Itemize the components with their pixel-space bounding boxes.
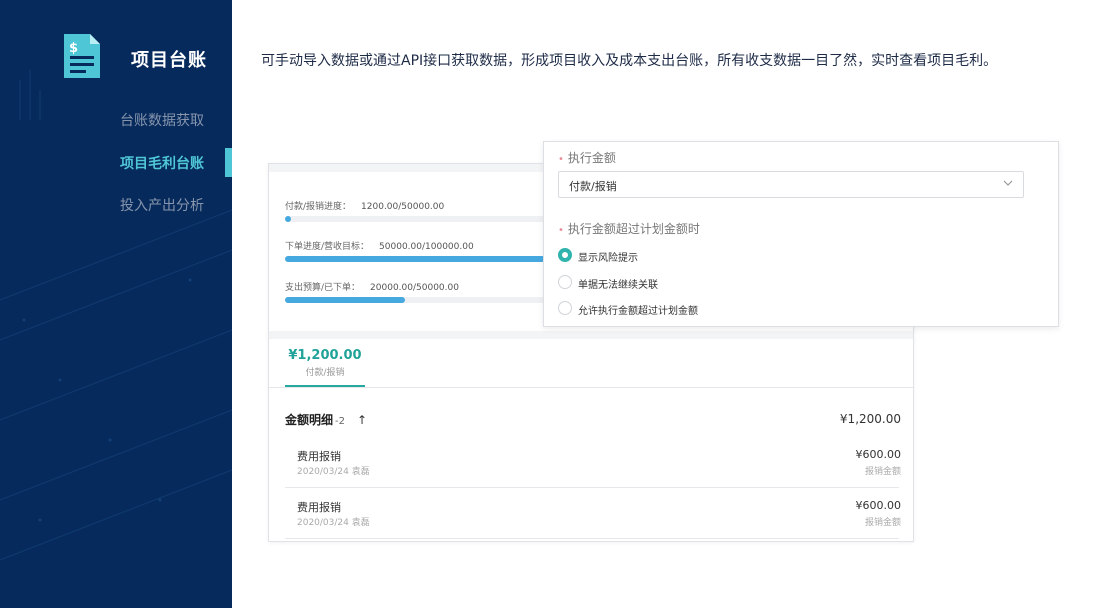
required-marker: • [558,225,564,236]
progress-value: 20000.00/50000.00 [370,283,459,293]
amount-detail-title: 金额明细 -2 ↑ [285,411,367,428]
progress-label-text: 下单进度/营收目标： [285,242,370,252]
sidebar-background-pattern [0,70,232,561]
sidebar-item-ledger-data[interactable]: 台账数据获取 [120,110,204,130]
row-amount: ¥600.00 [855,448,902,461]
active-nav-indicator [225,148,232,177]
sidebar: $ 项目台账 台账数据获取 项目毛利台账 投入产出分析 [0,0,232,608]
row-divider [285,538,899,539]
progress-value: 1200.00/50000.00 [361,202,445,212]
field-label-text: 执行金额超过计划金额时 [567,222,700,236]
row-amount-label: 报销金额 [864,518,901,528]
sidebar-brand-title: 项目台账 [131,50,207,71]
field-label-text: 执行金额 [567,151,616,165]
feature-description: 可手动导入数据或通过API接口获取数据，形成项目收入及成本支出台账，所有收支数据… [261,53,998,69]
row-subtitle: 2020/03/24 袁磊 [297,518,370,528]
row-subtitle: 2020/03/24 袁磊 [297,467,370,477]
progress-label-payment: 付款/报销进度： 1200.00/50000.00 [285,199,444,212]
progress-fill [285,297,405,303]
sidebar-item-input-output[interactable]: 投入产出分析 [120,195,204,215]
sidebar-item-gross-profit[interactable]: 项目毛利台账 [120,153,204,173]
progress-value: 50000.00/100000.00 [379,242,474,252]
tab-label: 付款/报销 [305,368,345,378]
radio-button[interactable] [558,301,572,315]
svg-text:$: $ [69,41,78,56]
progress-fill [285,256,545,262]
ledger-document-icon: $ [64,34,100,78]
progress-label-text: 支出预算/已下单： [285,283,361,293]
tab-divider [269,387,913,388]
progress-label-order: 下单进度/营收目标： 50000.00/100000.00 [285,239,474,252]
chevron-down-icon [1003,180,1013,186]
progress-label-budget: 支出预算/已下单： 20000.00/50000.00 [285,280,459,293]
row-title: 费用报销 [297,501,341,514]
radio-label: 单据无法继续关联 [578,280,658,291]
row-amount-label: 报销金额 [864,467,901,477]
radio-label: 允许执行金额超过计划金额 [578,306,698,317]
required-marker: • [558,154,564,165]
row-divider [285,487,899,488]
sort-arrow-icon[interactable]: ↑ [357,413,367,427]
card-separator-band [269,331,913,339]
field-label-overrun: • 执行金额超过计划金额时 [558,220,700,237]
radio-button-selected[interactable] [558,248,572,262]
progress-label-text: 付款/报销进度： [285,202,352,212]
execution-amount-settings-panel: • 执行金额 付款/报销 • 执行金额超过计划金额时 显示风险提示 单据无法继续关联… [543,141,1059,327]
section-title-text: 金额明细 [285,413,334,427]
section-total: ¥1,200.00 [839,412,901,426]
field-label-execution-amount: • 执行金额 [558,149,616,166]
tab-payment-reimbursement[interactable]: ¥1,200.00 付款/报销 [285,339,365,387]
row-title: 费用报销 [297,450,341,463]
select-value: 付款/报销 [569,180,617,193]
radio-button[interactable] [558,275,572,289]
radio-label: 显示风险提示 [578,253,638,264]
execution-amount-select[interactable]: 付款/报销 [558,171,1024,198]
section-count: -2 [335,416,345,427]
row-amount: ¥600.00 [855,499,902,512]
progress-fill [285,216,292,222]
tab-amount: ¥1,200.00 [288,348,362,363]
